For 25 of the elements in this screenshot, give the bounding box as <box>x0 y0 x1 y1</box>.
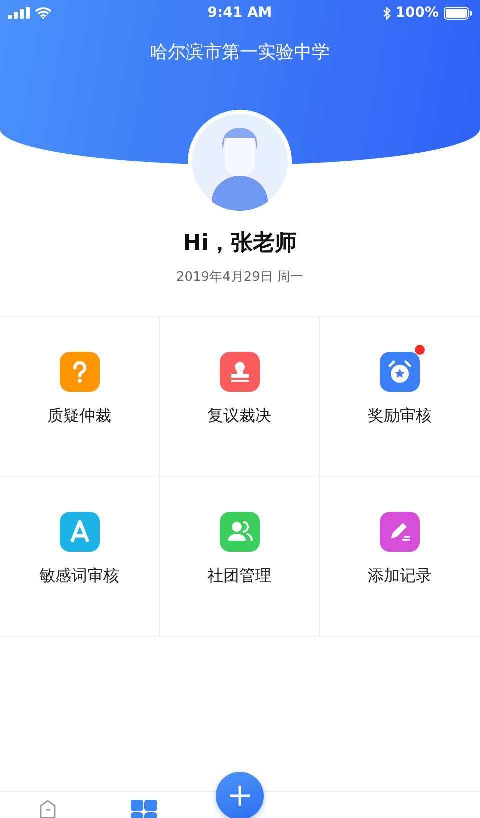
feature-tile[interactable]: 添加记录 <box>320 477 480 637</box>
header-title: 哈尔滨市第一实验中学 <box>150 41 330 64</box>
feature-label: 社团管理 <box>208 566 272 587</box>
feature-label: 复议裁决 <box>208 406 272 427</box>
signal-icon <box>8 7 30 19</box>
grid-tab[interactable] <box>131 800 157 818</box>
feature-tile[interactable]: 奖励审核 <box>320 317 480 477</box>
add-button[interactable] <box>216 772 264 818</box>
plus-icon <box>229 785 251 807</box>
feature-tile[interactable]: 质疑仲裁 <box>0 317 160 477</box>
battery-icon <box>444 6 472 20</box>
greeting: Hi，张老师 <box>183 230 297 258</box>
date-text: 2019年4月29日 周一 <box>176 269 304 286</box>
feature-label: 质疑仲裁 <box>48 406 112 427</box>
feature-tile[interactable]: 社团管理 <box>160 477 320 637</box>
feature-label: 敏感词审核 <box>40 566 120 587</box>
feature-tile[interactable]: 复议裁决 <box>160 317 320 477</box>
feature-label: 奖励审核 <box>368 406 432 427</box>
feature-tile[interactable]: 敏感词审核 <box>0 477 160 637</box>
battery-percent: 100% <box>396 5 439 21</box>
bluetooth-icon <box>382 6 391 20</box>
wifi-icon <box>35 7 52 19</box>
status-time: 9:41 AM <box>208 5 272 21</box>
home-tab[interactable] <box>40 800 56 818</box>
feature-label: 添加记录 <box>368 566 432 587</box>
